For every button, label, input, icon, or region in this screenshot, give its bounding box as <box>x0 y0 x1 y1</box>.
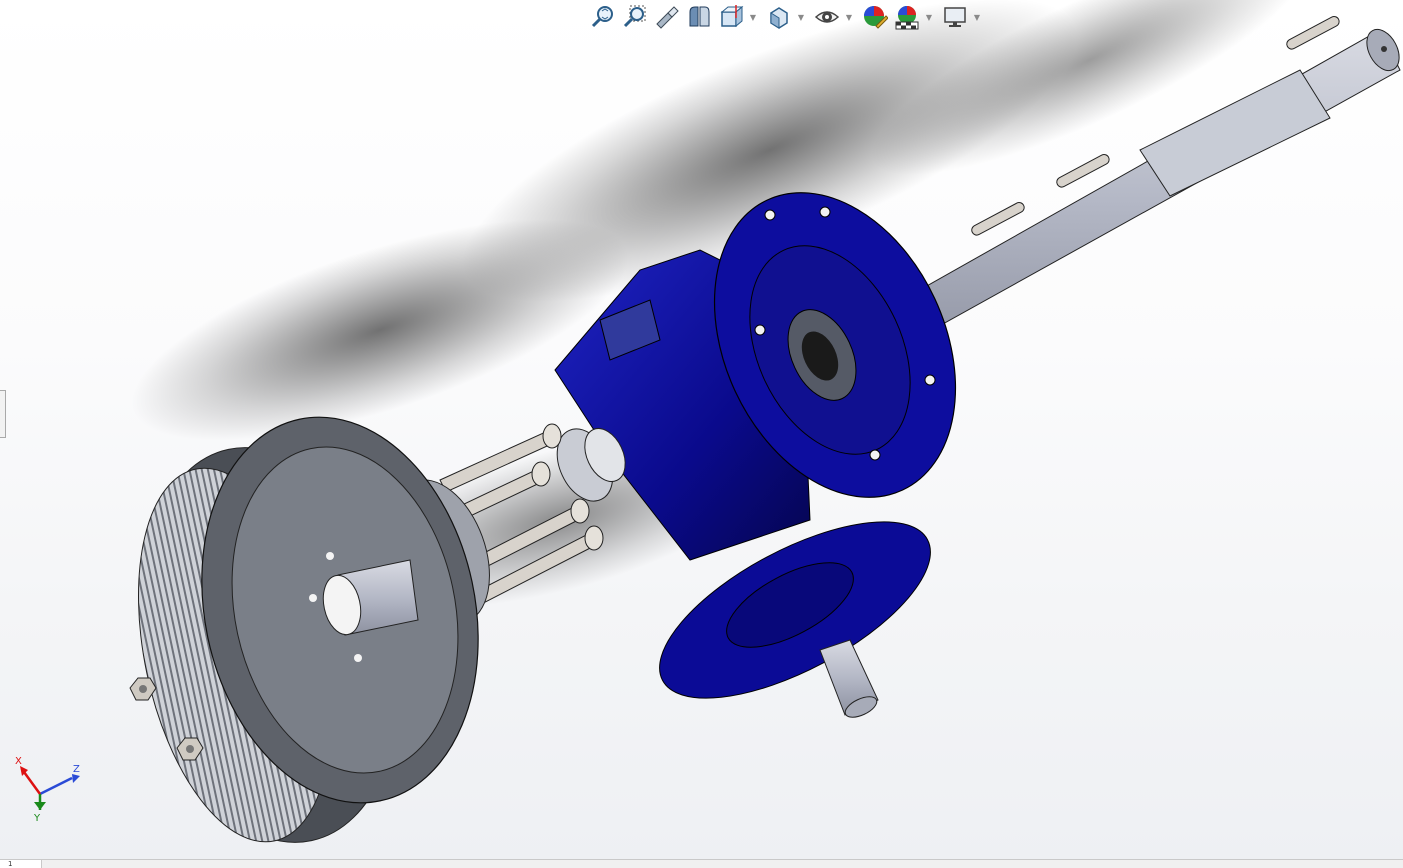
monitor-icon <box>944 7 966 27</box>
triad-x-label: X <box>15 756 22 767</box>
apply-scene-button[interactable] <box>892 2 922 32</box>
display-style-icon <box>770 7 788 29</box>
reference-triad: X Z Y <box>15 756 80 822</box>
zoom-to-fit-icon <box>591 6 613 28</box>
section-view-icon <box>689 6 710 27</box>
view-settings-dropdown[interactable]: ▼ <box>972 2 982 32</box>
feature-manager-flyout-tab[interactable] <box>0 390 6 438</box>
zoom-to-fit-button[interactable] <box>588 2 618 32</box>
model-scene[interactable] <box>0 0 1403 860</box>
input-shaft[interactable] <box>819 639 880 721</box>
triad-y-label: Y <box>33 813 41 822</box>
apply-scene-dropdown[interactable]: ▼ <box>924 2 934 32</box>
zoom-to-area-button[interactable] <box>620 2 650 32</box>
section-view-button[interactable] <box>684 2 714 32</box>
hide-show-items-button[interactable] <box>812 2 842 32</box>
previous-view-button[interactable] <box>652 2 682 32</box>
view-orientation-icon <box>720 5 744 28</box>
view-orientation-button[interactable] <box>716 2 746 32</box>
heads-up-view-toolbar: ▼ ▼ ▼ ▼ ▼ <box>588 2 986 32</box>
zoom-to-area-icon <box>623 5 646 28</box>
timing-pulley[interactable] <box>106 391 512 860</box>
edit-appearance-button[interactable] <box>860 2 890 32</box>
model-tab[interactable]: 1 <box>0 860 42 868</box>
triad-z-label: Z <box>73 764 80 775</box>
scene-icon <box>895 6 919 30</box>
view-settings-button[interactable] <box>940 2 970 32</box>
previous-view-icon <box>656 6 679 29</box>
status-bar: 1 <box>0 859 1403 868</box>
display-style-button[interactable] <box>764 2 794 32</box>
graphics-viewport[interactable]: ▼ ▼ ▼ ▼ ▼ X Z Y <box>0 0 1403 868</box>
view-orientation-dropdown[interactable]: ▼ <box>748 2 758 32</box>
eye-icon <box>814 11 840 23</box>
appearance-sphere-icon <box>864 6 888 29</box>
display-style-dropdown[interactable]: ▼ <box>796 2 806 32</box>
hide-show-items-dropdown[interactable]: ▼ <box>844 2 854 32</box>
